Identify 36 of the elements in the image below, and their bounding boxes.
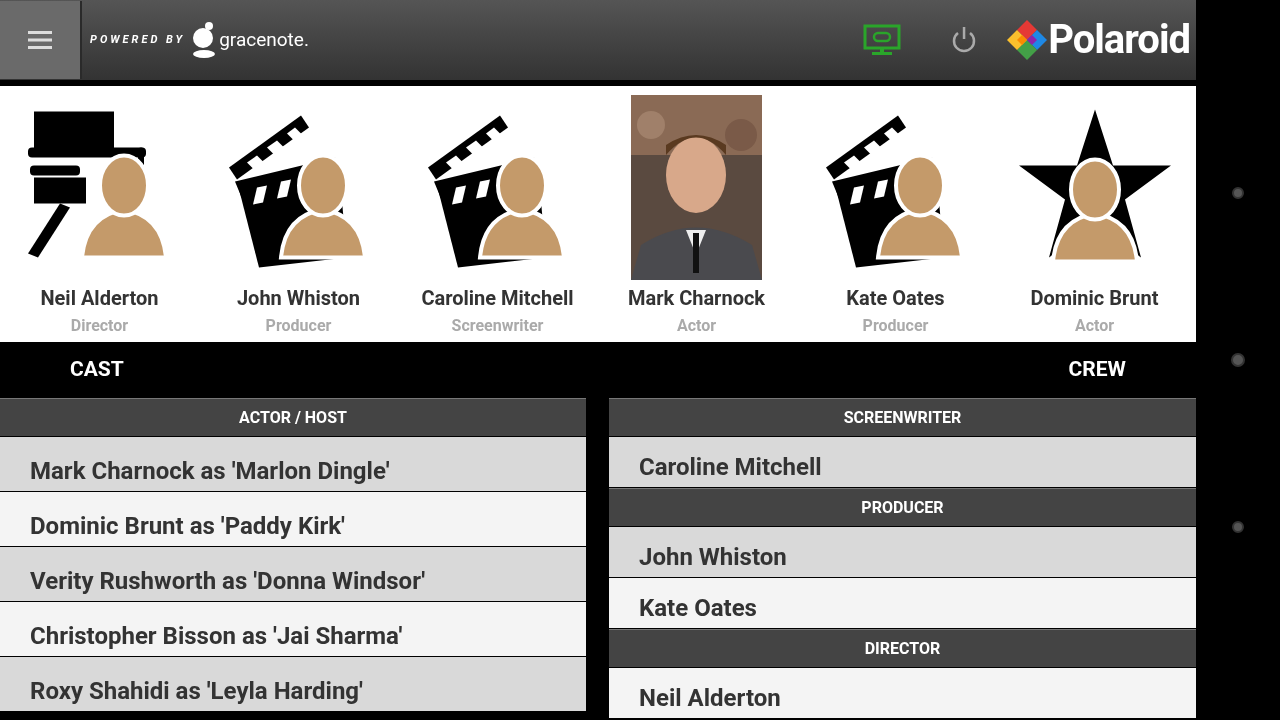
person-role: Actor <box>1074 315 1115 337</box>
person-role: Director <box>70 315 129 337</box>
list-row[interactable]: Verity Rushworth as 'Donna Windsor' <box>0 547 586 601</box>
list-row[interactable]: Kate Oates <box>609 578 1196 628</box>
cast-tab[interactable]: CAST <box>70 354 124 386</box>
person-name[interactable]: Kate Oates <box>846 284 945 312</box>
person-name[interactable]: Dominic Brunt <box>1030 284 1159 312</box>
list-row[interactable]: Roxy Shahidi as 'Leyla Harding' <box>0 657 586 711</box>
person-role: Producer <box>862 315 929 337</box>
section-header: DIRECTOR <box>609 629 1196 667</box>
person-name[interactable]: Caroline Mitchell <box>421 284 574 312</box>
list-row[interactable]: Dominic Brunt as 'Paddy Kirk' <box>0 492 586 546</box>
gracenote-text: gracenote. <box>219 26 309 53</box>
person-role: Producer <box>265 315 332 337</box>
list-row[interactable]: John Whiston <box>609 527 1196 577</box>
list-row[interactable]: Caroline Mitchell <box>609 437 1196 487</box>
polaroid-logo-icon <box>1007 20 1048 60</box>
person-name[interactable]: Neil Alderton <box>40 284 159 312</box>
menu-button[interactable] <box>0 1 82 79</box>
powered-by-text: POWERED BY <box>90 31 186 48</box>
section-header: PRODUCER <box>609 488 1196 526</box>
section-header: ACTOR / HOST <box>0 398 586 436</box>
person-role: Screenwriter <box>451 315 544 337</box>
list-row[interactable]: Christopher Bisson as 'Jai Sharma' <box>0 602 586 656</box>
crew-tab[interactable]: CREW <box>1068 354 1126 386</box>
power-icon[interactable] <box>951 26 978 54</box>
polaroid-logo-text: Polaroid <box>1048 20 1190 60</box>
gracenote-logo-icon <box>191 21 218 59</box>
person-name[interactable]: Mark Charnock <box>627 284 766 312</box>
menu-icon <box>28 30 52 50</box>
person-role: Actor <box>676 315 717 337</box>
person-name[interactable]: John Whiston <box>236 284 361 312</box>
list-row[interactable]: Mark Charnock as 'Marlon Dingle' <box>0 437 586 491</box>
list-row[interactable]: Neil Alderton <box>609 668 1196 718</box>
section-header: SCREENWRITER <box>609 398 1196 436</box>
screen-icon[interactable] <box>863 24 902 56</box>
